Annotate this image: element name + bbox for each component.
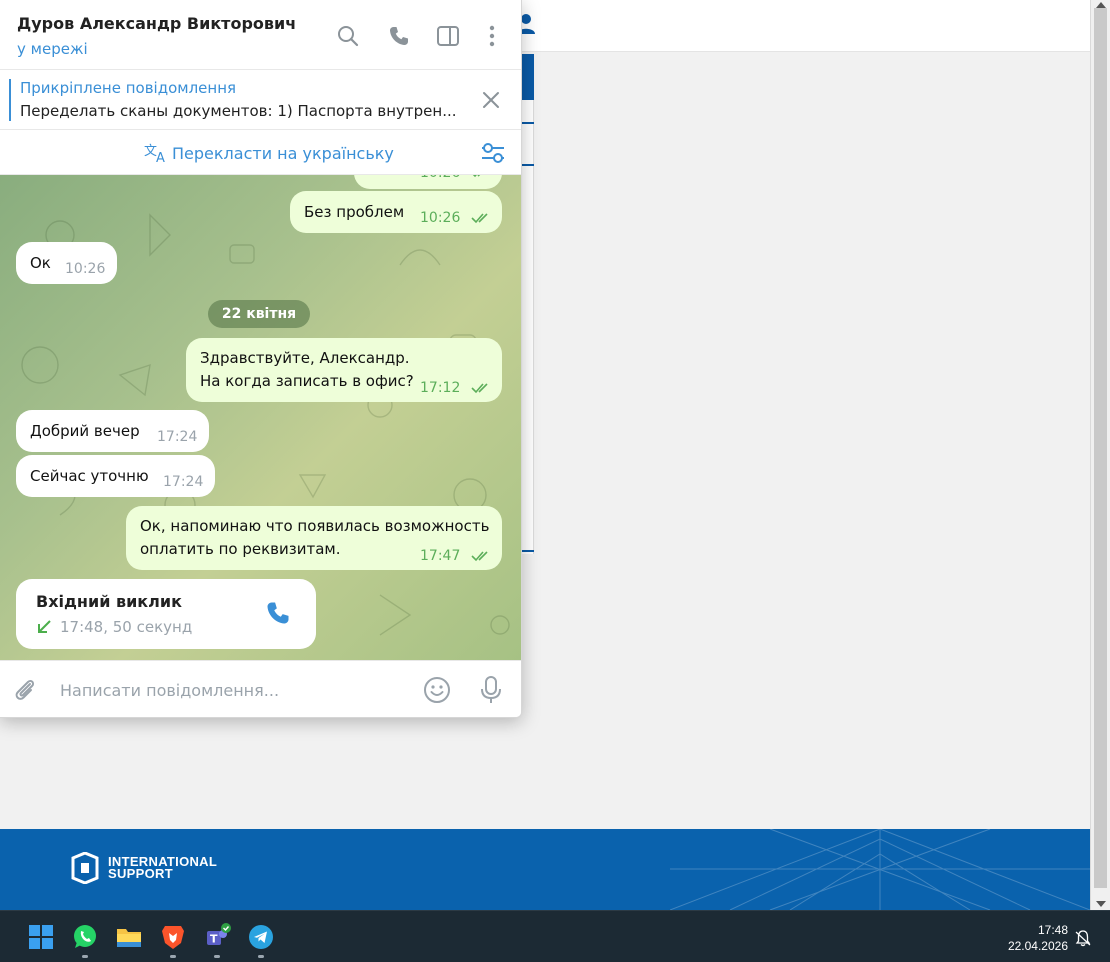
- translate-button[interactable]: 文 A Перекласти на українську: [144, 142, 394, 165]
- clock-time: 17:48: [1037, 923, 1068, 937]
- windows-start-icon[interactable]: [27, 923, 55, 951]
- system-clock[interactable]: 17:48 22.04.2026: [990, 922, 1068, 954]
- message-time: 17:12: [420, 380, 461, 396]
- read-check-icon: [471, 383, 488, 394]
- pinned-accent-bar: [9, 79, 11, 121]
- translate-icon: 文 A: [144, 144, 165, 164]
- site-content-column: [522, 100, 534, 554]
- translate-settings-icon[interactable]: [480, 141, 506, 165]
- message-text: Ок: [30, 254, 51, 272]
- scroll-down-arrow[interactable]: [1096, 901, 1106, 907]
- call-title: Вхідний виклик: [36, 592, 182, 611]
- pinned-message-bar[interactable]: Прикріплене повідомлення Переделать скан…: [0, 70, 521, 130]
- site-nav-strip: [522, 54, 534, 100]
- message-time: 10:26: [420, 175, 460, 184]
- clock-date: 22.04.2026: [1007, 939, 1068, 953]
- running-indicator: [170, 955, 176, 958]
- message-bubble-outgoing[interactable]: Без проблем 10:26: [290, 191, 502, 233]
- file-explorer-icon[interactable]: [115, 923, 143, 951]
- call-meta: 17:48, 50 секунд: [36, 616, 192, 638]
- translate-label: Перекласти на українську: [172, 143, 394, 163]
- logo-mark-icon: [71, 852, 99, 884]
- running-indicator: [214, 955, 220, 958]
- contact-name[interactable]: Дуров Александр Викторович: [17, 14, 296, 33]
- windows-taskbar: T 17:48 22.04.2026: [0, 910, 1110, 962]
- teams-icon[interactable]: T: [203, 923, 231, 951]
- footer-pattern: [670, 829, 1090, 910]
- search-icon[interactable]: [336, 24, 360, 48]
- incoming-arrow-icon: [38, 620, 51, 633]
- telegram-icon[interactable]: [247, 923, 275, 951]
- message-time: 17:47: [420, 548, 461, 564]
- whatsapp-icon[interactable]: [71, 923, 99, 951]
- call-back-phone-icon[interactable]: [264, 599, 292, 627]
- message-text-line: На когда записать в офис?: [200, 372, 414, 390]
- date-separator: 22 квітня: [208, 300, 310, 328]
- message-text-line: оплатить по реквизитам.: [140, 540, 341, 558]
- message-input[interactable]: [52, 671, 402, 709]
- message-text-line: Здравствуйте, Александр.: [200, 349, 410, 367]
- message-bubble-outgoing[interactable]: Здравствуйте, Александр. На когда записа…: [186, 338, 502, 402]
- message-text: Сейчас уточню: [30, 467, 149, 485]
- message-time: 10:26: [65, 261, 106, 277]
- brave-browser-icon[interactable]: [159, 923, 187, 951]
- message-bubble-outgoing[interactable]: Ок, напоминаю что появилась возможность …: [126, 506, 502, 570]
- svg-text:A: A: [156, 151, 165, 164]
- incoming-call-message[interactable]: Вхідний виклик 17:48, 50 секунд: [16, 579, 316, 649]
- message-bubble-incoming[interactable]: Добрий вечер 17:24: [16, 410, 209, 452]
- pinned-title: Прикріплене повідомлення: [20, 79, 237, 97]
- running-indicator: [82, 955, 88, 958]
- page-scrollbar[interactable]: [1090, 0, 1110, 910]
- running-indicator: [258, 955, 264, 958]
- message-composer: [0, 660, 521, 717]
- read-check-icon: [471, 213, 488, 224]
- message-time: 17:24: [163, 474, 204, 490]
- close-icon[interactable]: [480, 89, 502, 111]
- sidebar-toggle-icon[interactable]: [436, 24, 460, 48]
- message-text-line: Ок, напоминаю что появилась возможность: [140, 517, 490, 535]
- more-options-icon[interactable]: [480, 24, 504, 48]
- contact-status: у мережі: [17, 40, 88, 58]
- read-check-icon: [471, 551, 488, 562]
- call-details: 17:48, 50 секунд: [60, 618, 193, 636]
- notification-bell-icon[interactable]: [1075, 929, 1091, 947]
- chat-messages-area[interactable]: 10:26 Без проблем 10:26 Ок 10:26 22 квіт…: [0, 175, 521, 660]
- translate-bar: 文 A Перекласти на українську: [0, 131, 521, 175]
- chat-header: Дуров Александр Викторович у мережі: [0, 0, 521, 70]
- svg-text:T: T: [210, 933, 218, 946]
- message-bubble-incoming[interactable]: Сейчас уточню 17:24: [16, 455, 215, 497]
- telegram-chat-window: Дуров Александр Викторович у мережі Прик…: [0, 0, 522, 718]
- message-bubble-incoming[interactable]: Ок 10:26: [16, 242, 117, 284]
- message-text: Добрий вечер: [30, 422, 140, 440]
- emoji-icon[interactable]: [423, 676, 451, 704]
- message-time: 10:26: [420, 210, 461, 226]
- phone-icon[interactable]: [387, 24, 411, 48]
- message-bubble-partial[interactable]: 10:26: [354, 175, 502, 189]
- logo-text: INTERNATIONAL SUPPORT: [108, 854, 218, 881]
- message-time: 17:24: [157, 429, 198, 445]
- message-text: Без проблем: [304, 203, 405, 221]
- international-support-logo[interactable]: INTERNATIONAL SUPPORT: [70, 852, 217, 884]
- scroll-thumb[interactable]: [1094, 8, 1107, 888]
- microphone-icon[interactable]: [480, 675, 502, 705]
- pinned-text: Переделать сканы документов: 1) Паспорта…: [20, 102, 457, 120]
- paperclip-icon[interactable]: [12, 677, 38, 703]
- read-check-icon: [472, 175, 481, 178]
